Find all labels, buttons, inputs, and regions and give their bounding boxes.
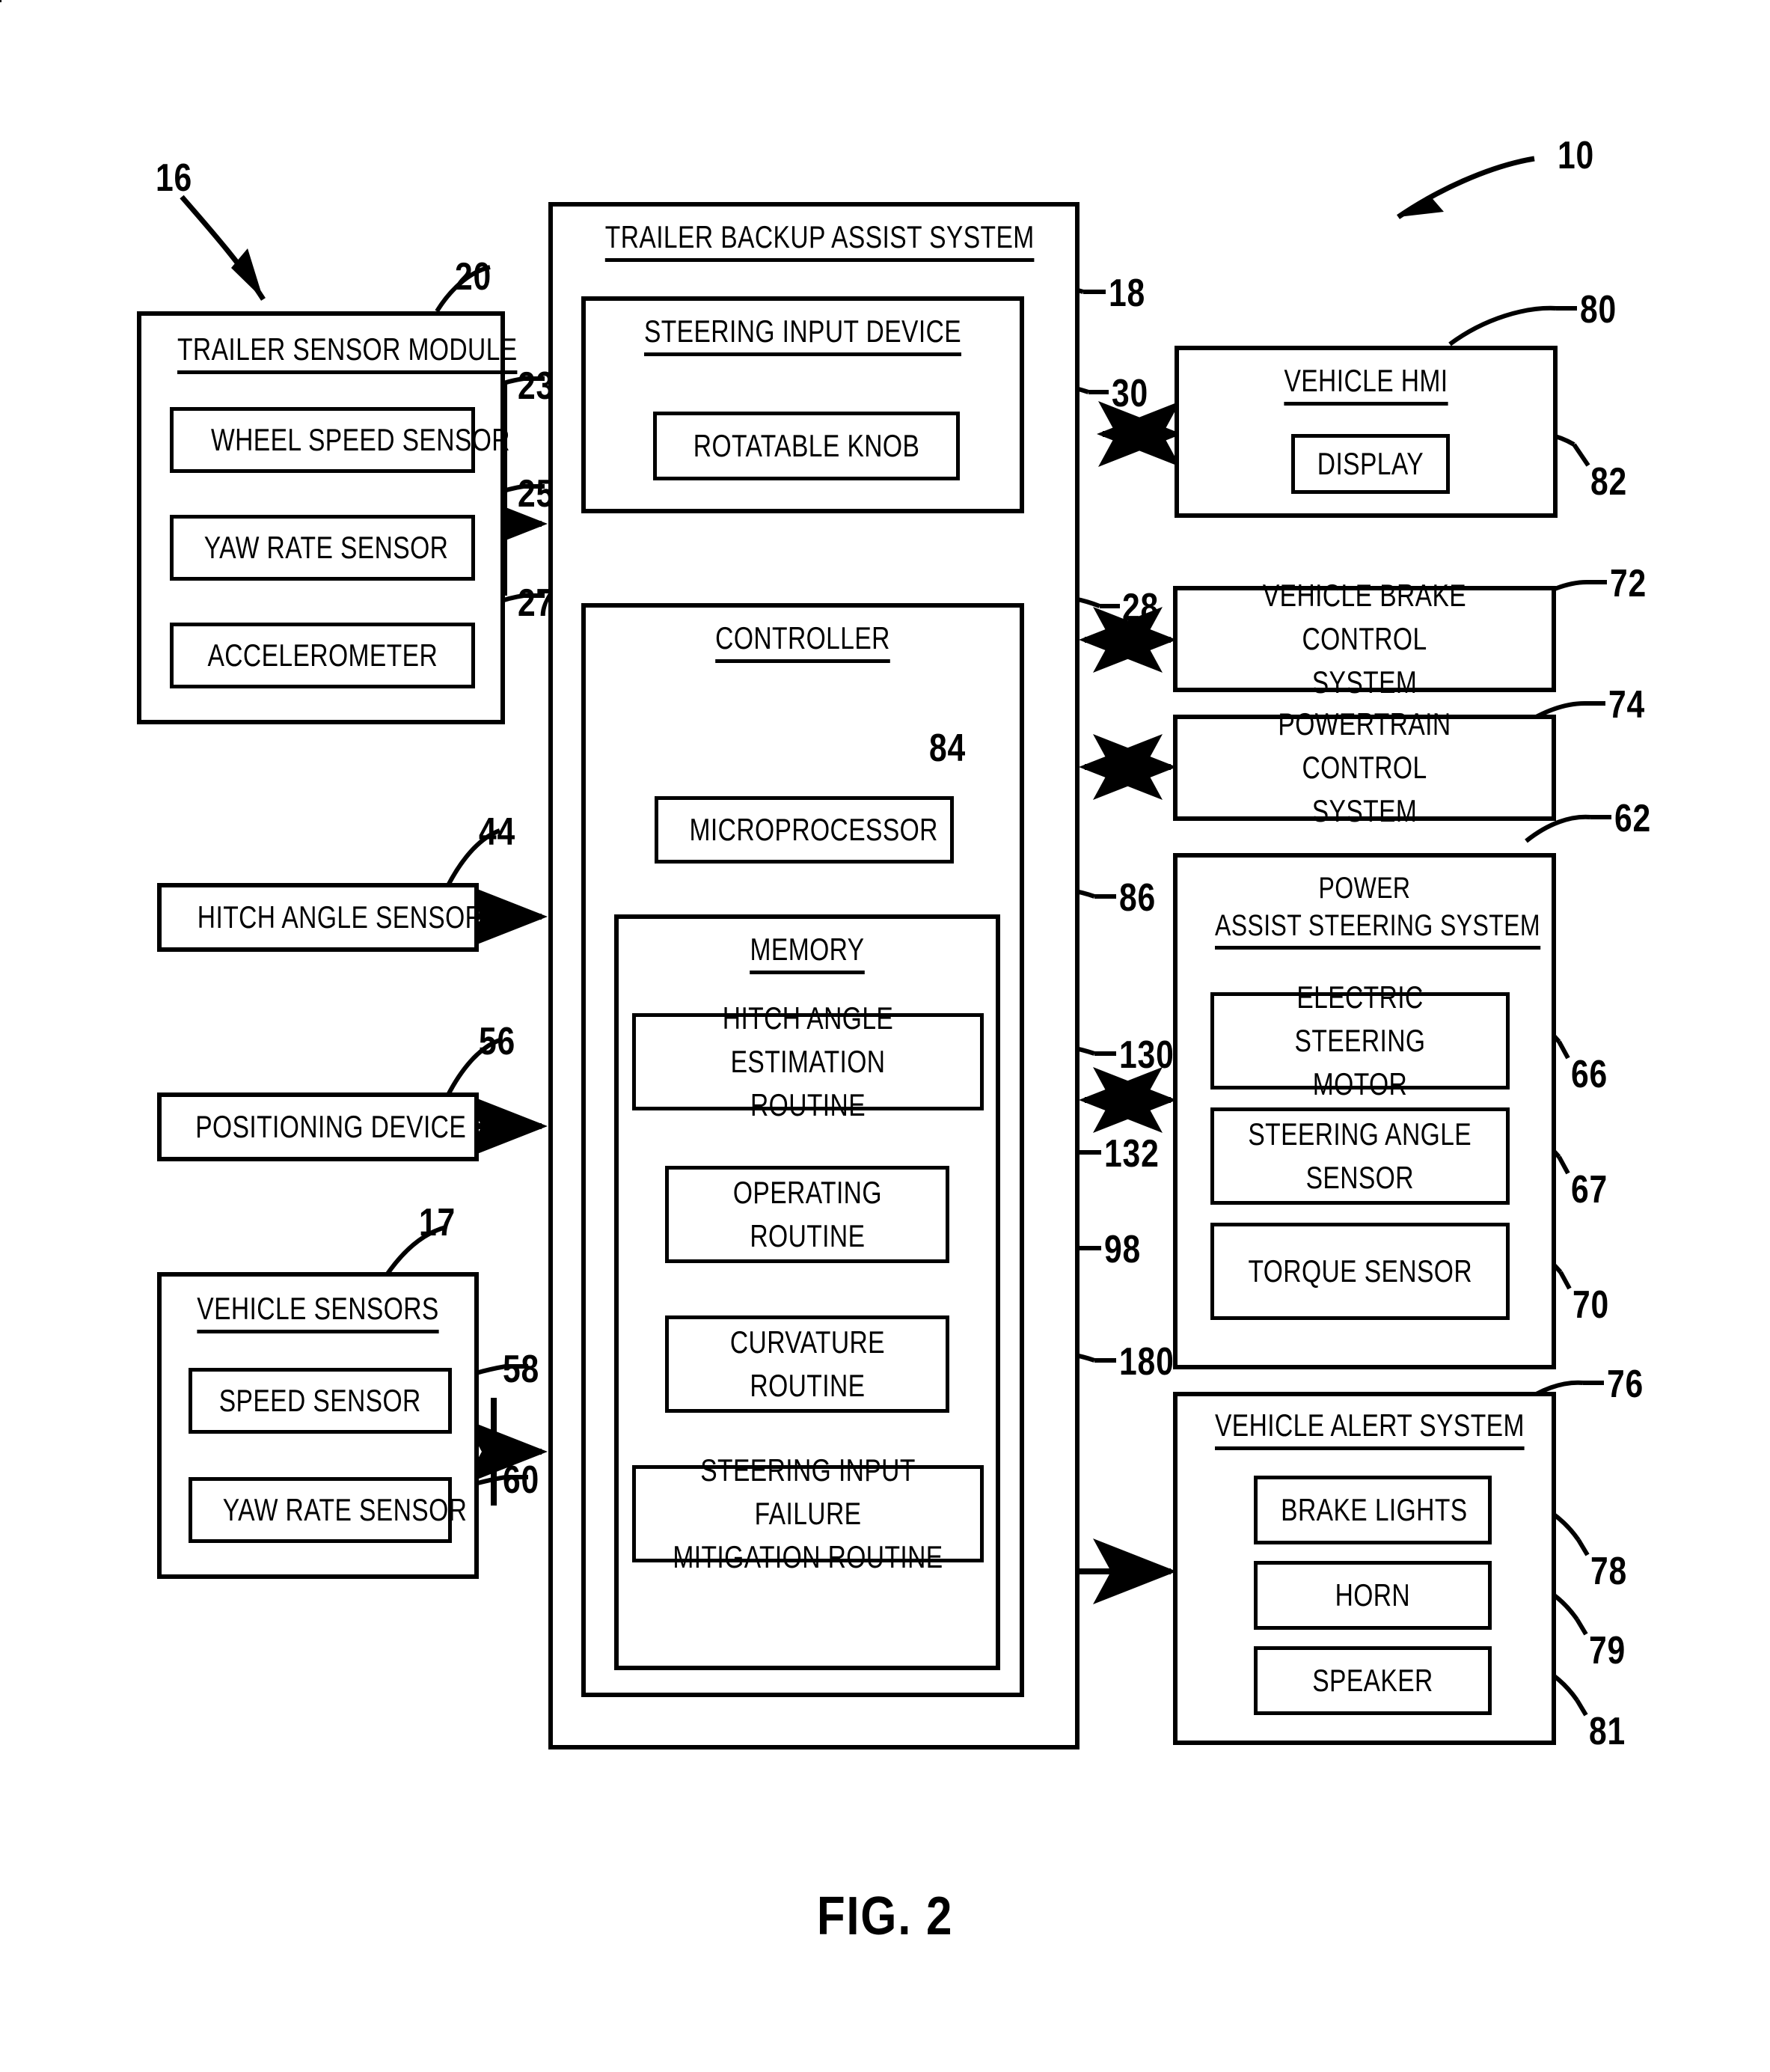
operating-routine-label: OPERATING ROUTINE (732, 1175, 882, 1253)
rotatable-knob-box: ROTATABLE KNOB (653, 412, 960, 480)
speed-sensor-box: SPEED SENSOR (189, 1368, 452, 1434)
figure-caption: FIG. 2 (816, 1886, 954, 1946)
horn-label: HORN (1335, 1577, 1411, 1613)
ref-numeral-180: 180 (1119, 1340, 1175, 1384)
ref-numeral-79: 79 (1589, 1629, 1626, 1672)
curvature-routine-box: CURVATURE ROUTINE (665, 1315, 949, 1413)
steering-angle-sensor-label: STEERING ANGLE SENSOR (1248, 1116, 1472, 1195)
electric-steering-motor-label: ELECTRIC STEERING MOTOR (1294, 980, 1426, 1101)
ref-numeral-66: 66 (1571, 1053, 1608, 1096)
ref-numeral-74: 74 (1608, 683, 1646, 727)
steering-input-failure-mitigation-routine-box: STEERING INPUT FAILURE MITIGATION ROUTINE (632, 1452, 984, 1574)
powertrain-control-system-label: POWERTRAIN CONTROL SYSTEM (1278, 706, 1451, 828)
ref-numeral-86: 86 (1119, 876, 1157, 920)
ref-numeral-62: 62 (1614, 797, 1652, 840)
trailer-sensor-module-title: TRAILER SENSOR MODULE (177, 331, 518, 374)
operating-routine-box: OPERATING ROUTINE (665, 1166, 949, 1263)
vehicle-sensors-title: VEHICLE SENSORS (193, 1291, 443, 1333)
steering-input-device-title: STEERING INPUT DEVICE (629, 314, 976, 356)
trailer-yaw-rate-sensor-box: YAW RATE SENSOR (170, 515, 475, 581)
ref-numeral-70: 70 (1573, 1283, 1610, 1327)
ref-numeral-80: 80 (1580, 288, 1617, 331)
ref-numeral-67: 67 (1571, 1168, 1608, 1211)
trailer-backup-assist-system-title: TRAILER BACKUP ASSIST SYSTEM (604, 219, 1035, 262)
positioning-device-box: POSITIONING DEVICE (157, 1092, 479, 1161)
ref-numeral-18: 18 (1109, 272, 1146, 315)
trailer-sensor-module: TRAILER SENSOR MODULE WHEEL SPEED SENSOR… (137, 311, 518, 724)
vehicle-brake-control-system-box: VEHICLE BRAKE CONTROL SYSTEM (1173, 578, 1556, 700)
vehicle-hmi-title: VEHICLE HMI (1216, 363, 1516, 406)
torque-sensor-box: TORQUE SENSOR (1210, 1223, 1510, 1320)
ref-numeral-23: 23 (518, 364, 555, 408)
speed-sensor-label: SPEED SENSOR (219, 1383, 421, 1418)
accelerometer-box: ACCELEROMETER (170, 623, 475, 688)
vehicle-brake-control-system-label: VEHICLE BRAKE CONTROL SYSTEM (1262, 578, 1467, 700)
power-assist-steering-system-box: POWER ASSIST STEERING SYSTEM ELECTRIC ST… (1173, 853, 1556, 1369)
steering-input-device-box: STEERING INPUT DEVICE ROTATABLE KNOB (581, 296, 1024, 513)
brake-lights-label: BRAKE LIGHTS (1281, 1492, 1468, 1527)
curvature-routine-label: CURVATURE ROUTINE (729, 1324, 885, 1403)
torque-sensor-label: TORQUE SENSOR (1248, 1253, 1472, 1289)
vehicle-alert-system-title: VEHICLE ALERT SYSTEM (1215, 1408, 1525, 1450)
ref-numeral-84: 84 (929, 727, 967, 770)
ref-numeral-98: 98 (1104, 1228, 1142, 1271)
ref-numeral-81: 81 (1589, 1710, 1626, 1753)
power-assist-steering-system-title: POWER ASSIST STEERING SYSTEM (1215, 870, 1540, 950)
brake-lights-box: BRAKE LIGHTS (1254, 1476, 1492, 1544)
rotatable-knob-label: ROTATABLE KNOB (693, 428, 920, 463)
ref-numeral-72: 72 (1610, 562, 1647, 605)
vehicle-yaw-rate-sensor-box: YAW RATE SENSOR (189, 1477, 468, 1543)
ref-numeral-28: 28 (1122, 586, 1160, 629)
hitch-angle-estimation-routine-box: HITCH ANGLE ESTIMATION ROUTINE (632, 1000, 984, 1122)
ref-numeral-78: 78 (1590, 1550, 1628, 1593)
controller-title: CONTROLLER (629, 620, 976, 663)
steering-input-failure-mitigation-routine-label: STEERING INPUT FAILURE MITIGATION ROUTINE (673, 1452, 943, 1574)
ref-numeral-27: 27 (518, 581, 555, 625)
trailer-yaw-rate-sensor-label: YAW RATE SENSOR (203, 530, 449, 565)
memory-box: MEMORY HITCH ANGLE ESTIMATION ROUTINE OPE… (614, 914, 1000, 1670)
wheel-speed-sensor-label: WHEEL SPEED SENSOR (210, 422, 510, 457)
ref-numeral-30: 30 (1112, 372, 1149, 415)
ref-numeral-58: 58 (503, 1348, 540, 1391)
electric-steering-motor-box: ELECTRIC STEERING MOTOR (1210, 980, 1510, 1101)
ref-numeral-130: 130 (1119, 1033, 1175, 1077)
ref-numeral-82: 82 (1590, 460, 1628, 504)
ref-numeral-56: 56 (479, 1020, 516, 1063)
positioning-device-label: POSITIONING DEVICE (195, 1109, 467, 1144)
speaker-box: SPEAKER (1254, 1646, 1492, 1715)
display-box: DISPLAY (1291, 434, 1450, 494)
ref-numeral-16: 16 (156, 156, 193, 200)
microprocessor-box: MICROPROCESSOR (655, 796, 954, 864)
ref-numeral-10: 10 (1558, 134, 1595, 177)
display-label: DISPLAY (1317, 446, 1424, 481)
microprocessor-label: MICROPROCESSOR (689, 812, 938, 847)
memory-title: MEMORY (656, 932, 958, 974)
patent-figure-canvas: TRAILER SENSOR MODULE WHEEL SPEED SENSOR… (0, 0, 1770, 2072)
ref-numeral-132: 132 (1104, 1132, 1160, 1176)
wheel-speed-sensor-box: WHEEL SPEED SENSOR (170, 407, 510, 473)
hitch-angle-estimation-routine-label: HITCH ANGLE ESTIMATION ROUTINE (722, 1000, 894, 1122)
hitch-angle-sensor-label: HITCH ANGLE SENSOR (197, 899, 484, 935)
steering-angle-sensor-box: STEERING ANGLE SENSOR (1210, 1107, 1510, 1205)
vehicle-sensors-box: VEHICLE SENSORS SPEED SENSOR YAW RATE SE… (157, 1272, 479, 1579)
ref-numeral-20: 20 (455, 255, 492, 299)
ref-numeral-44: 44 (479, 810, 516, 854)
ref-numeral-60: 60 (503, 1458, 540, 1502)
powertrain-control-system-box: POWERTRAIN CONTROL SYSTEM (1173, 706, 1556, 828)
ref-numeral-76: 76 (1607, 1363, 1644, 1406)
accelerometer-label: ACCELEROMETER (207, 638, 438, 673)
trailer-backup-assist-system-box: TRAILER BACKUP ASSIST SYSTEM STEERING IN… (548, 202, 1080, 1749)
ref-numeral-17: 17 (419, 1201, 456, 1244)
horn-box: HORN (1254, 1561, 1492, 1630)
ref-numeral-25: 25 (518, 472, 555, 516)
hitch-angle-sensor-box: HITCH ANGLE SENSOR (157, 883, 484, 952)
vehicle-hmi-box: VEHICLE HMI DISPLAY (1175, 346, 1558, 518)
vehicle-yaw-rate-sensor-label: YAW RATE SENSOR (222, 1492, 468, 1527)
speaker-label: SPEAKER (1312, 1663, 1433, 1698)
vehicle-alert-system-box: VEHICLE ALERT SYSTEM BRAKE LIGHTS HORN S… (1173, 1392, 1556, 1745)
